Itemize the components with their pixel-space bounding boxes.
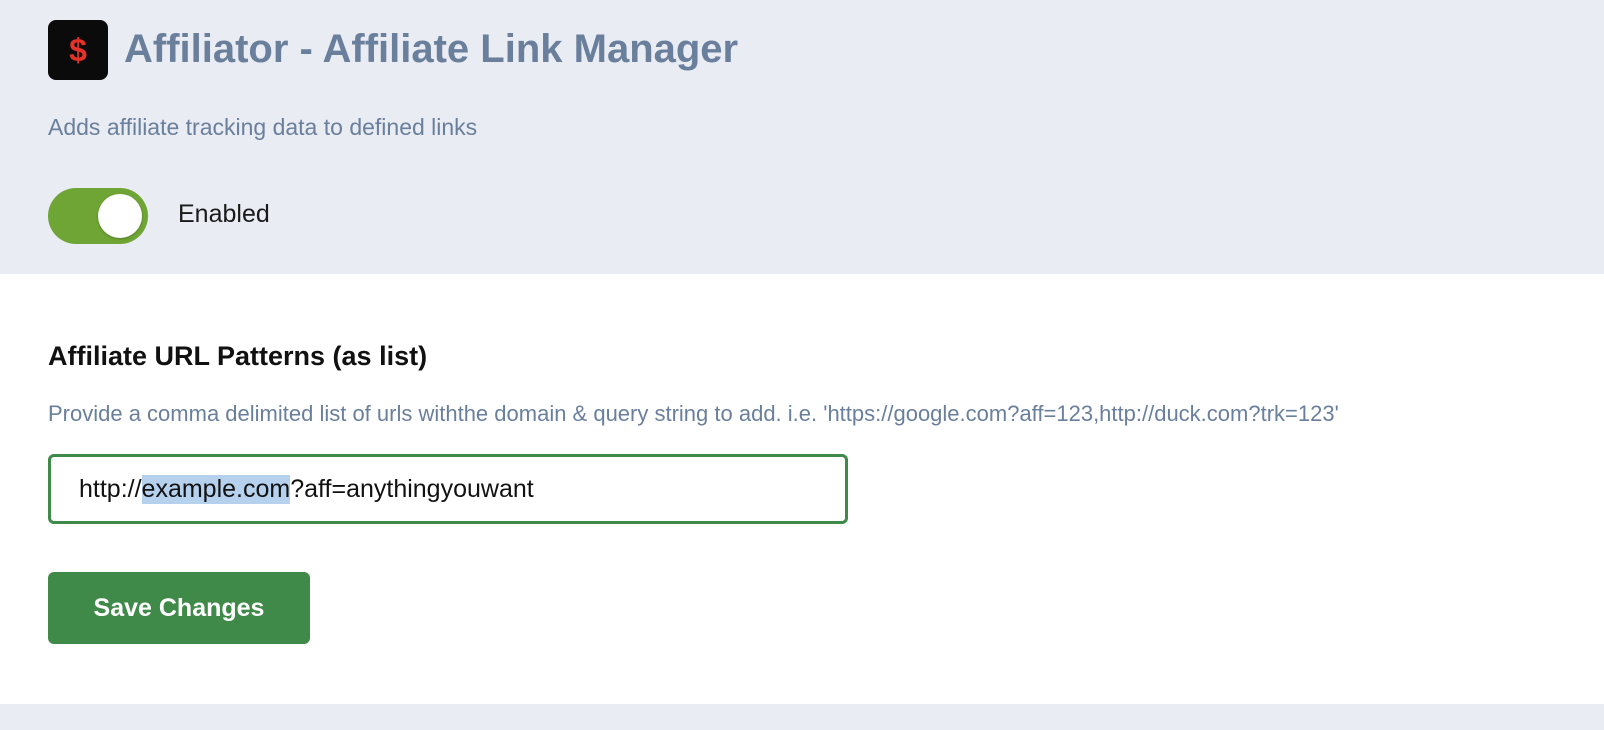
- plugin-header: $ Affiliator - Affiliate Link Manager Ad…: [0, 0, 1604, 274]
- page-title: Affiliator - Affiliate Link Manager: [124, 27, 739, 71]
- toggle-knob: [98, 194, 142, 238]
- save-changes-button[interactable]: Save Changes: [48, 572, 310, 644]
- url-patterns-input[interactable]: http://example.com ?aff=anythingyouwant: [48, 454, 848, 524]
- enabled-toggle[interactable]: [48, 188, 148, 244]
- page: $ Affiliator - Affiliate Link Manager Ad…: [0, 0, 1604, 730]
- section-description: Provide a comma delimited list of urls w…: [48, 401, 1339, 426]
- section-title: Affiliate URL Patterns (as list): [48, 341, 428, 371]
- input-text-prefix: http://: [79, 474, 142, 503]
- enabled-toggle-label: Enabled: [178, 200, 270, 228]
- input-text-selection: example.com: [141, 474, 291, 504]
- input-text-suffix: ?aff=anythingyouwant: [290, 474, 534, 503]
- settings-card: Affiliate URL Patterns (as list) Provide…: [0, 274, 1604, 704]
- dollar-icon: $: [69, 32, 87, 68]
- app-logo: $: [48, 20, 108, 80]
- page-subtitle: Adds affiliate tracking data to defined …: [48, 114, 478, 140]
